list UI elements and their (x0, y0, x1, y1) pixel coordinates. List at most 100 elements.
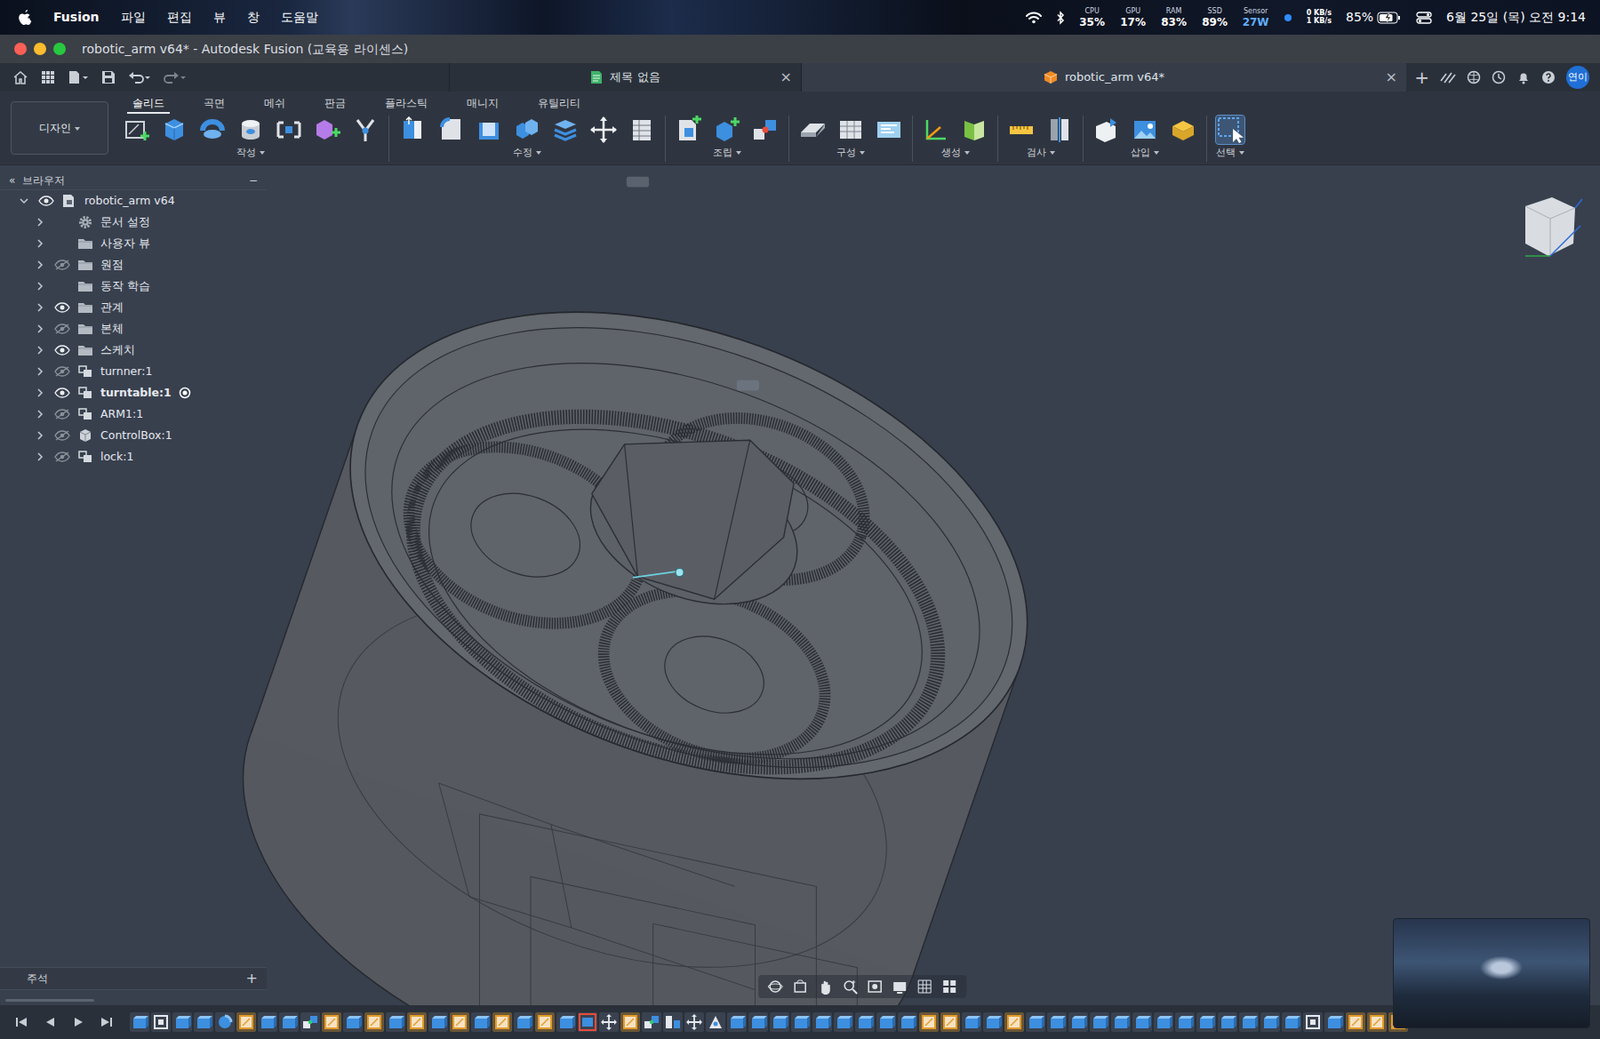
extrude-feature-icon[interactable] (1111, 1012, 1131, 1032)
extrude-feature-icon[interactable] (1153, 1012, 1174, 1032)
viewport[interactable]: «브라우저−robotic_arm v64문서 설정사용자 뷰원점동작 학습관계… (0, 165, 1600, 1006)
sketch-feature-icon[interactable] (364, 1012, 384, 1032)
tree-label[interactable]: turnner:1 (100, 363, 152, 381)
toolbar-tab[interactable]: 곡면 (201, 94, 227, 112)
minimize-button[interactable] (33, 42, 47, 56)
display-settings-icon[interactable] (891, 978, 908, 995)
extrude-feature-icon[interactable] (1132, 1012, 1152, 1032)
eye-closed-icon[interactable] (53, 322, 72, 336)
collapsed-chevron-icon[interactable] (33, 365, 47, 378)
sheet-icon[interactable] (836, 115, 865, 144)
network-meter[interactable]: 0 KB/s1 KB/s (1306, 9, 1332, 25)
group-menu[interactable]: 선택 (1216, 145, 1245, 160)
extrude-feature-icon[interactable] (961, 1012, 982, 1032)
browser-minimize-button[interactable]: − (248, 172, 258, 189)
image-icon[interactable] (1130, 115, 1160, 144)
combine-icon[interactable] (512, 115, 542, 144)
tree-item[interactable]: 원점 (0, 254, 267, 276)
sketch-feature-icon[interactable] (1345, 1012, 1366, 1032)
bluetooth-icon[interactable] (1056, 10, 1065, 25)
group-menu[interactable]: 삽입 (1130, 145, 1160, 160)
tree-label[interactable]: robotic_arm v64 (84, 192, 176, 210)
collapsed-chevron-icon[interactable] (33, 237, 47, 250)
zoom-button[interactable] (53, 42, 66, 56)
tree-item[interactable]: 동작 학습 (0, 275, 267, 297)
tree-label[interactable]: 동작 학습 (100, 278, 151, 296)
tree-label[interactable]: ARM1:1 (100, 406, 144, 424)
ruler-icon[interactable] (1007, 115, 1036, 144)
tree-item[interactable]: ARM1:1 (0, 403, 267, 425)
rigid-feature-icon[interactable] (705, 1012, 726, 1032)
extrude-feature-icon[interactable] (1239, 1012, 1259, 1032)
user-avatar[interactable]: 연이 (1566, 65, 1590, 89)
fork-icon[interactable] (351, 115, 380, 144)
extrude-feature-icon[interactable] (343, 1012, 363, 1032)
collapsed-chevron-icon[interactable] (33, 429, 47, 442)
extrude-feature-icon[interactable] (1324, 1012, 1344, 1032)
system-meter[interactable]: Sensor27W (1242, 8, 1270, 28)
extrude-feature-icon[interactable] (1281, 1012, 1302, 1032)
eye-open-icon[interactable] (53, 301, 72, 314)
collapsed-chevron-icon[interactable] (33, 216, 47, 229)
revolve-feature-icon[interactable] (215, 1012, 235, 1032)
tree-item[interactable]: 스케치 (0, 339, 267, 361)
tree-label[interactable]: 관계 (100, 299, 124, 317)
extrude-feature-icon[interactable] (855, 1012, 875, 1032)
toolbar-tab[interactable]: 판금 (322, 94, 348, 112)
home-icon[interactable] (12, 70, 29, 85)
document-tab[interactable]: robotic_arm v64*× (800, 63, 1407, 92)
eye-closed-icon[interactable] (53, 429, 72, 442)
toolbar-tab[interactable]: 매니지 (464, 94, 501, 112)
sketch-feature-icon[interactable] (1004, 1012, 1024, 1032)
joint-icon[interactable] (751, 115, 780, 144)
tab-close-button[interactable]: × (780, 66, 792, 88)
sketch-feature-icon[interactable] (919, 1012, 939, 1032)
warning-feature-icon[interactable] (577, 1012, 598, 1032)
extrude-feature-icon[interactable] (833, 1012, 854, 1032)
plane-icon[interactable] (798, 115, 827, 144)
sketch-feature-icon[interactable] (492, 1012, 512, 1032)
align-feature-icon[interactable] (663, 1012, 683, 1032)
extrude-feature-icon[interactable] (129, 1012, 150, 1032)
group-menu[interactable]: 수정 (512, 145, 542, 160)
menu-item[interactable]: 파일 (120, 8, 146, 27)
extrude-feature-icon[interactable] (428, 1012, 448, 1032)
sketch-feature-icon[interactable] (236, 1012, 256, 1032)
extrude-feature-icon[interactable] (1068, 1012, 1088, 1032)
job-status-icon[interactable] (1466, 70, 1481, 85)
grid-settings-icon[interactable] (916, 978, 933, 995)
extrude-feature-icon[interactable] (1196, 1012, 1216, 1032)
move-icon[interactable] (589, 115, 618, 144)
extensions-icon[interactable] (1440, 70, 1456, 85)
group-menu[interactable]: 구성 (836, 145, 865, 160)
sketch-feature-icon[interactable] (535, 1012, 555, 1032)
extrude-feature-icon[interactable] (385, 1012, 406, 1032)
menu-item[interactable]: 도움말 (280, 8, 319, 27)
joint-feature-icon[interactable] (641, 1012, 662, 1032)
asm-new-icon[interactable] (674, 115, 704, 144)
save-icon[interactable] (101, 70, 116, 85)
eye-closed-icon[interactable] (53, 365, 72, 378)
extrude-feature-icon[interactable] (193, 1012, 214, 1032)
sketch-feature-icon[interactable] (449, 1012, 470, 1032)
tree-item[interactable]: turntable:1 (0, 382, 267, 404)
extrude-feature-icon[interactable] (812, 1012, 832, 1032)
move-feature-icon[interactable] (599, 1012, 619, 1032)
system-meter[interactable]: CPU35% (1079, 8, 1106, 28)
menu-item[interactable]: 뷰 (213, 8, 226, 27)
fit-icon[interactable] (866, 978, 883, 995)
fillet-icon[interactable] (436, 115, 465, 144)
collapsed-chevron-icon[interactable] (33, 450, 47, 464)
browser-collapse-button[interactable]: « (8, 172, 16, 189)
tree-label[interactable]: ControlBox:1 (100, 427, 173, 445)
component-feature-icon[interactable] (151, 1012, 171, 1032)
file-menu-icon[interactable] (67, 70, 89, 85)
extrude-feature-icon[interactable] (727, 1012, 747, 1032)
viewports-icon[interactable] (941, 978, 958, 995)
form-icon[interactable] (312, 115, 342, 144)
tree-item[interactable]: 관계 (0, 296, 267, 319)
select-icon[interactable] (1216, 115, 1245, 144)
extrude-feature-icon[interactable] (471, 1012, 491, 1032)
tree-label[interactable]: lock:1 (100, 448, 134, 466)
section-icon[interactable] (1045, 115, 1074, 144)
